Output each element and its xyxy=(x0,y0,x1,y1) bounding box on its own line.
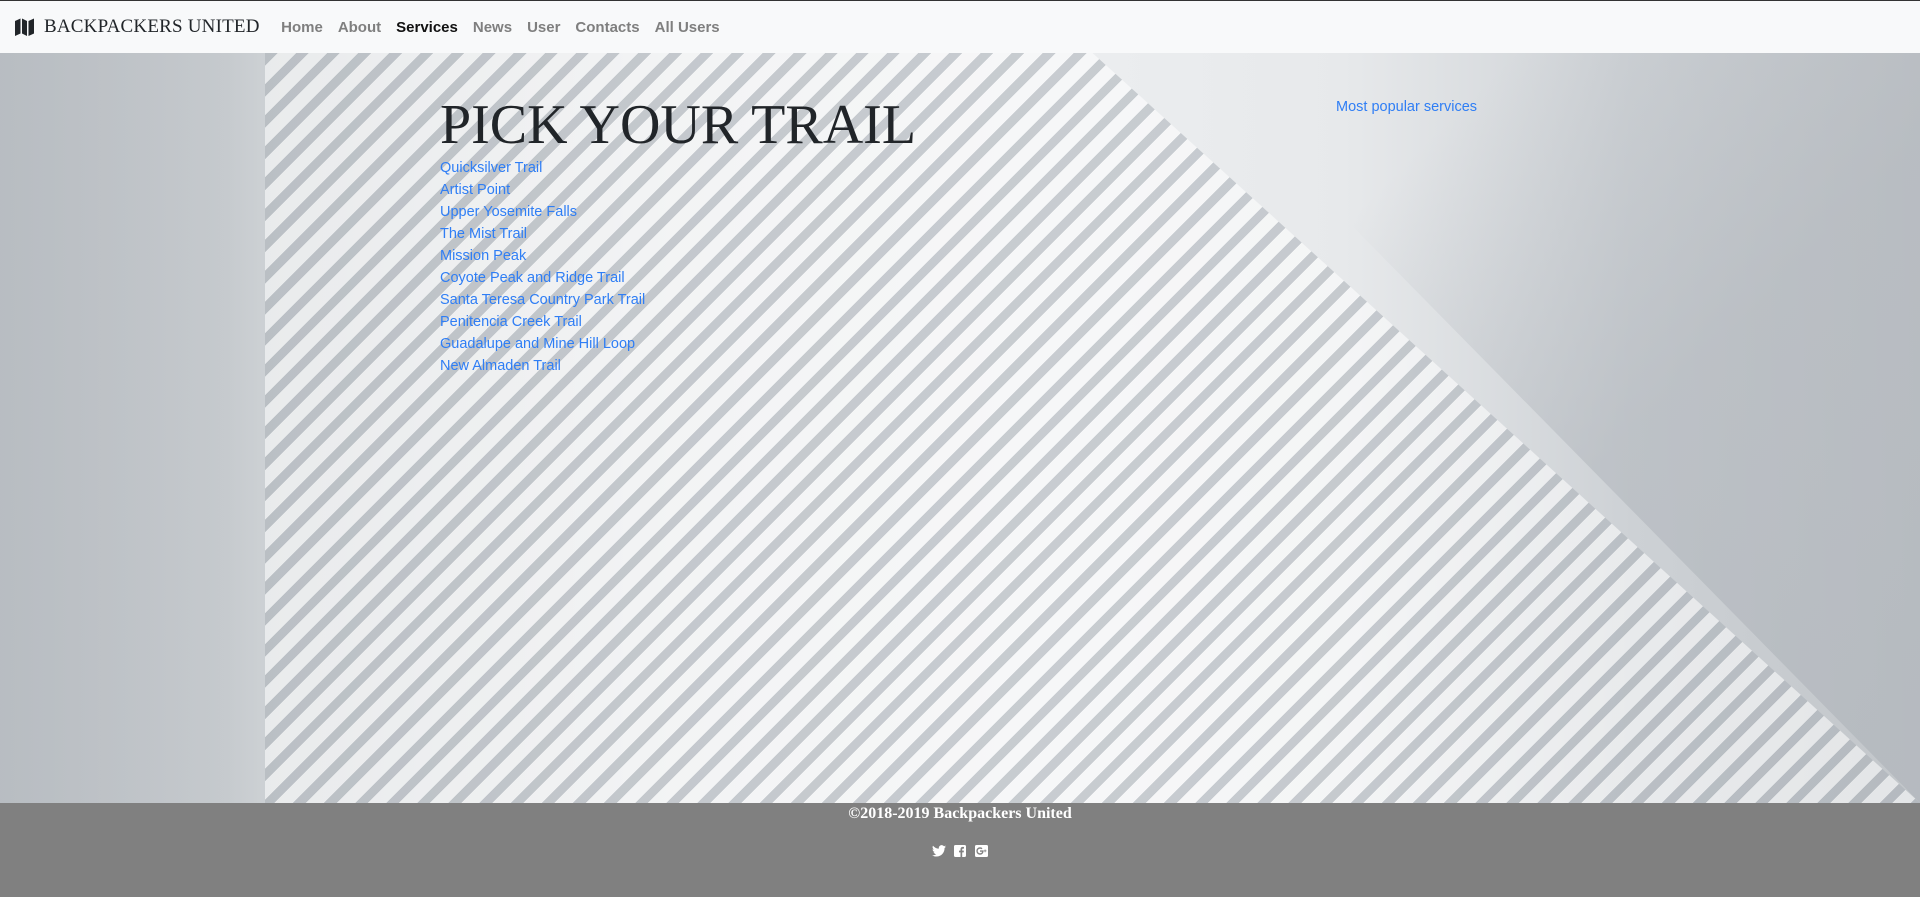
nav-home[interactable]: Home xyxy=(274,19,331,36)
trail-link-mission-peak[interactable]: Mission Peak xyxy=(440,245,645,267)
social-links xyxy=(0,844,1920,858)
nav-all-users[interactable]: All Users xyxy=(647,19,727,36)
nav-user[interactable]: User xyxy=(520,19,568,36)
footer: ©2018-2019 Backpackers United xyxy=(0,803,1920,897)
facebook-icon[interactable] xyxy=(953,844,968,858)
navbar: BACKPACKERS UNITED Home About Services N… xyxy=(0,0,1920,53)
nav-contacts[interactable]: Contacts xyxy=(568,19,647,36)
trail-link-santa-teresa[interactable]: Santa Teresa Country Park Trail xyxy=(440,289,645,311)
page-title: PICK YOUR TRAIL xyxy=(440,94,917,156)
trail-link-artist-point[interactable]: Artist Point xyxy=(440,179,645,201)
trail-link-penitencia-creek[interactable]: Penitencia Creek Trail xyxy=(440,311,645,333)
nav-menu: Home About Services News User Contacts A… xyxy=(274,19,728,36)
trail-link-guadalupe-mine-hill[interactable]: Guadalupe and Mine Hill Loop xyxy=(440,333,645,355)
trail-link-new-almaden[interactable]: New Almaden Trail xyxy=(440,355,645,377)
copyright-text: ©2018-2019 Backpackers United xyxy=(848,805,1072,822)
nav-services[interactable]: Services xyxy=(389,19,466,36)
most-popular-services-link[interactable]: Most popular services xyxy=(1336,99,1477,115)
google-plus-icon[interactable] xyxy=(974,844,989,858)
brand-name: BACKPACKERS UNITED xyxy=(44,16,260,37)
trail-link-quicksilver[interactable]: Quicksilver Trail xyxy=(440,157,645,179)
map-icon xyxy=(15,18,34,36)
twitter-icon[interactable] xyxy=(932,844,947,858)
nav-news[interactable]: News xyxy=(465,19,519,36)
nav-about[interactable]: About xyxy=(330,19,388,36)
trail-link-coyote-peak[interactable]: Coyote Peak and Ridge Trail xyxy=(440,267,645,289)
main-content: PICK YOUR TRAIL Quicksilver Trail Artist… xyxy=(0,53,1920,803)
brand-link[interactable]: BACKPACKERS UNITED xyxy=(15,16,260,38)
trail-link-upper-yosemite-falls[interactable]: Upper Yosemite Falls xyxy=(440,201,645,223)
trail-link-mist-trail[interactable]: The Mist Trail xyxy=(440,223,645,245)
trail-list: Quicksilver Trail Artist Point Upper Yos… xyxy=(440,157,645,377)
